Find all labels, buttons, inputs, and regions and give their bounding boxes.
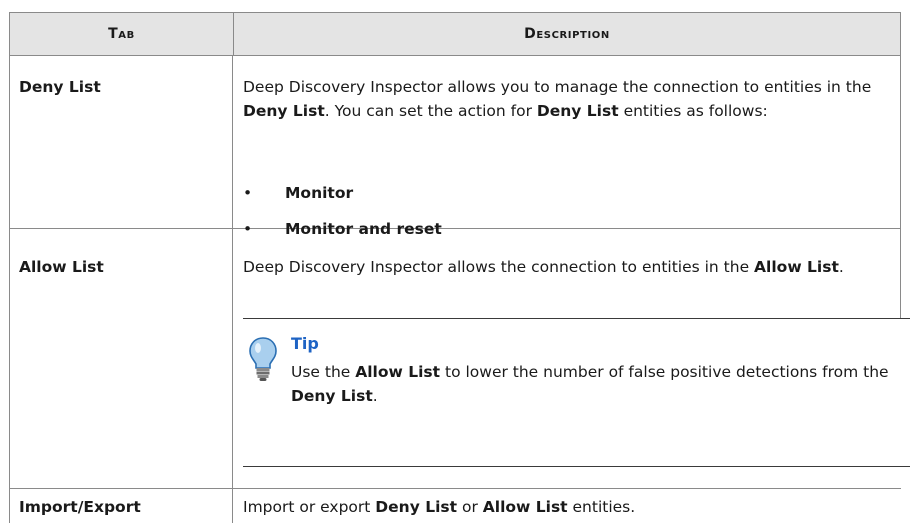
table-border-left [9, 56, 10, 523]
lightbulb-icon [249, 337, 277, 381]
row-divider-2 [9, 488, 901, 489]
row-import-export-description: Import or export Deny List or Allow List… [243, 498, 636, 516]
tip-top-rule [243, 318, 910, 319]
tip-title: Tip [291, 334, 319, 353]
row-deny-list-tab: Deny List [19, 78, 101, 96]
table-header: Tab Description [9, 12, 901, 56]
row-import-export-tab: Import/Export [19, 498, 141, 516]
tip-bottom-rule [243, 466, 910, 467]
table-border-right [900, 56, 901, 318]
header-description: Description [524, 26, 610, 42]
row-allow-list-tab: Allow List [19, 258, 104, 276]
tab-description-table: Tab Description Deny List Deep Discovery… [9, 12, 910, 523]
row-divider-1 [9, 228, 901, 229]
row-allow-list-description: Deep Discovery Inspector allows the conn… [243, 258, 844, 276]
column-divider [232, 56, 233, 523]
row-deny-list-description: Deep Discovery Inspector allows you to m… [243, 78, 872, 120]
header-tab: Tab [108, 26, 135, 42]
tip-text: Use the Allow List to lower the number o… [291, 363, 889, 405]
